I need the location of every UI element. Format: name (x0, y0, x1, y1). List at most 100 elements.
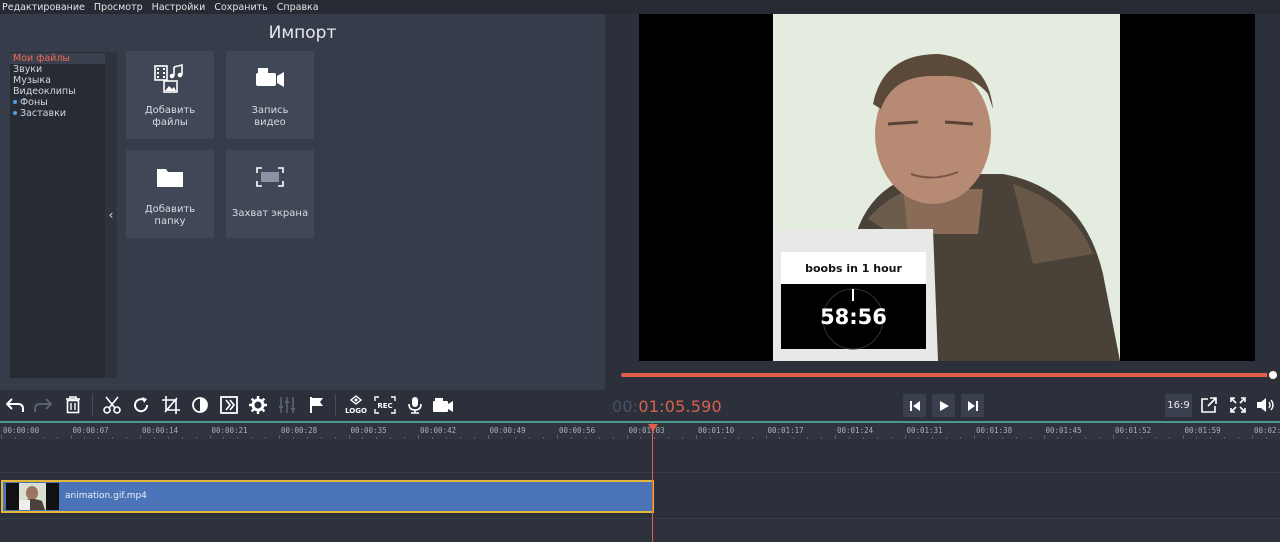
add-folder-tile[interactable]: Добавить папку (126, 150, 214, 238)
play-button[interactable] (932, 394, 955, 417)
cut-button[interactable] (101, 394, 123, 416)
cut-icon (103, 396, 121, 414)
ruler-label: 00:00:35 (350, 426, 387, 435)
ruler-label: 00:00:00 (3, 426, 40, 435)
dot-icon (13, 99, 17, 104)
playback-progress-bar[interactable] (621, 373, 1273, 377)
import-panel: Импорт Мои файлы Звуки Музыка Видеоклипы… (0, 14, 605, 390)
ruler-label: 00:00:28 (281, 426, 318, 435)
add-folder-label: Добавить папку (144, 204, 196, 227)
video-caption: boobs in 1 hour (805, 262, 902, 275)
category-backgrounds[interactable]: Фоны (10, 97, 105, 108)
record-video-label: Запись видео (251, 105, 289, 128)
menu-settings[interactable]: Настройки (150, 2, 213, 13)
category-intros[interactable]: Заставки (10, 108, 105, 119)
playhead-handle[interactable] (648, 424, 658, 432)
volume-button[interactable] (1255, 394, 1277, 416)
ruler-label: 00:01:45 (1045, 426, 1082, 435)
playback-progress-knob[interactable] (1267, 369, 1279, 381)
screen-capture-tile[interactable]: Захват экрана (226, 150, 314, 238)
color-adjust-button[interactable] (189, 394, 211, 416)
menu-save[interactable]: Сохранить (212, 2, 274, 13)
video-frame-image: boobs in 1 hour 58:56 (773, 14, 1120, 361)
transition-icon (220, 396, 238, 414)
menu-help[interactable]: Справка (275, 2, 326, 13)
collapse-panel-button[interactable]: ‹ (105, 52, 117, 378)
clip-thumbnail (6, 483, 59, 510)
clip-name: animation.gif.mp4 (65, 491, 147, 501)
timeline-ruler[interactable]: 00:00:00 00:00:07 00:00:14 00:00:21 00:00:28… (0, 421, 1280, 440)
playhead[interactable] (652, 423, 653, 542)
settings-icon (249, 396, 267, 414)
category-music[interactable]: Музыка (10, 75, 105, 86)
fullscreen-button[interactable] (1227, 394, 1249, 416)
category-label: Музыка (13, 75, 51, 86)
screen-capture-label: Захват экрана (231, 208, 309, 219)
flag-icon (310, 397, 323, 413)
preview-player: boobs in 1 hour 58:56 (605, 14, 1280, 390)
editor-toolbar: LOGO REC 00:01:05.590 16:9 (0, 390, 1280, 421)
svg-text:LOGO: LOGO (345, 407, 367, 415)
equalizer-button[interactable] (276, 394, 298, 416)
transition-button[interactable] (218, 394, 240, 416)
toolbar-divider (92, 394, 93, 416)
detach-player-button[interactable] (1198, 394, 1220, 416)
video-camera-icon (226, 63, 314, 93)
menu-edit[interactable]: Редактирование (0, 2, 92, 13)
ruler-label: 00:00:42 (420, 426, 457, 435)
ruler-label: 00:01:31 (906, 426, 943, 435)
skip-back-icon (909, 400, 920, 411)
clip-settings-button[interactable] (247, 394, 269, 416)
toolbar-divider (335, 394, 336, 416)
previous-frame-button[interactable] (903, 394, 926, 417)
ruler-label: 00:01:38 (976, 426, 1013, 435)
voiceover-button[interactable] (404, 394, 426, 416)
category-label: Мои файлы (13, 53, 70, 64)
rec-icon: REC (374, 396, 396, 414)
add-files-tile[interactable]: Добавить файлы (126, 51, 214, 139)
category-label: Заставки (20, 108, 67, 119)
logo-icon: LOGO (345, 395, 367, 415)
aspect-ratio-button[interactable]: 16:9 (1165, 394, 1192, 417)
undo-button[interactable] (4, 394, 26, 416)
category-label: Звуки (13, 64, 43, 75)
microphone-icon (408, 397, 422, 414)
timeline[interactable]: 00:00:00 00:00:07 00:00:14 00:00:21 00:00:28… (0, 421, 1280, 542)
category-sounds[interactable]: Звуки (10, 64, 105, 75)
category-list: Мои файлы Звуки Музыка Видеоклипы Фоны З… (10, 52, 105, 378)
logo-button[interactable]: LOGO (344, 394, 368, 416)
delete-button[interactable] (62, 394, 84, 416)
fullscreen-icon (1230, 397, 1246, 413)
import-title: Импорт (268, 23, 337, 43)
category-videoclips[interactable]: Видеоклипы (10, 86, 105, 97)
webcam-button[interactable] (432, 394, 454, 416)
record-video-tile[interactable]: Запись видео (226, 51, 314, 139)
ruler-label: 00:01:03 (628, 426, 665, 435)
crop-icon (162, 396, 180, 414)
menu-view[interactable]: Просмотр (92, 2, 150, 13)
crop-button[interactable] (160, 394, 182, 416)
ruler-label: 00:00:14 (142, 426, 179, 435)
ruler-label: 00:00:07 (72, 426, 109, 435)
play-icon (939, 400, 949, 411)
add-files-label: Добавить файлы (144, 105, 196, 128)
overlay-track[interactable] (0, 439, 1280, 473)
timeline-clip[interactable]: animation.gif.mp4 (1, 480, 654, 513)
svg-text:REC: REC (377, 402, 392, 410)
ruler-label: 00:00:21 (211, 426, 248, 435)
rotate-button[interactable] (130, 394, 152, 416)
folder-icon (126, 162, 214, 192)
record-screen-button[interactable]: REC (374, 394, 396, 416)
marker-button[interactable] (306, 394, 328, 416)
video-preview: boobs in 1 hour 58:56 (639, 14, 1255, 361)
undo-icon (6, 398, 24, 412)
timecode-value: 01:05.590 (638, 397, 722, 416)
next-frame-button[interactable] (961, 394, 984, 417)
rotate-icon (134, 397, 149, 413)
delete-icon (66, 396, 80, 414)
ruler-label: 00:01:10 (698, 426, 735, 435)
ruler-label: 00:00:49 (489, 426, 526, 435)
category-label: Фоны (20, 97, 48, 108)
category-my-files[interactable]: Мои файлы (10, 53, 105, 64)
redo-button[interactable] (32, 394, 54, 416)
